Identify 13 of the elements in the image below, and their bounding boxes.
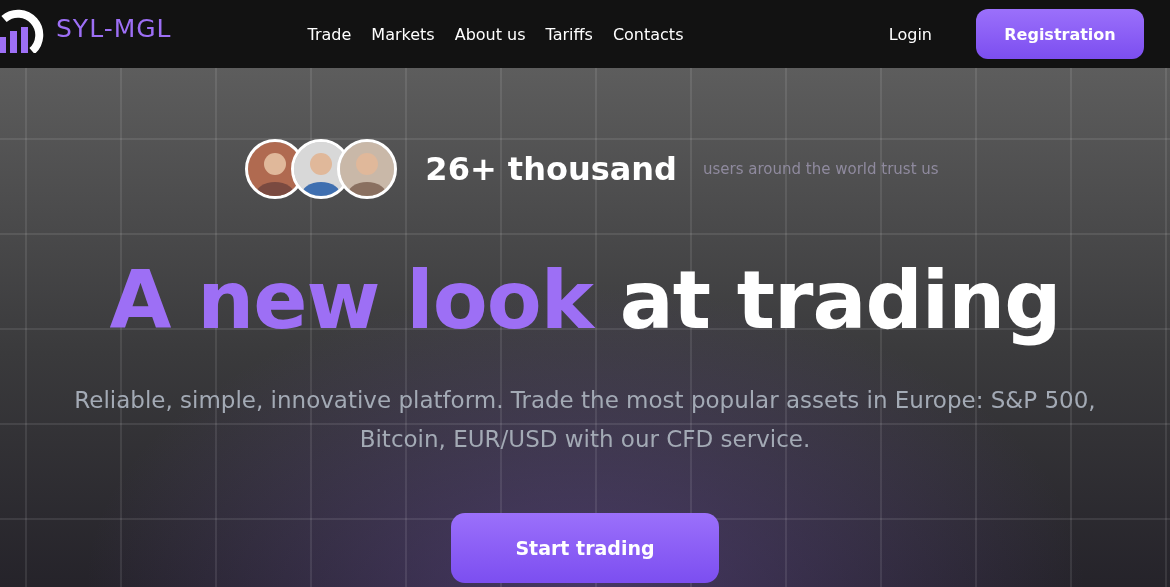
logo-text: SYL-MGL [56,13,172,43]
nav-link[interactable]: Trade [307,24,352,44]
nav-link[interactable]: Contacts [612,24,684,44]
users-caption: users around the world trust us [703,160,939,178]
nav-link[interactable]: Tariffs [545,24,593,44]
nav-link[interactable]: Markets [371,24,435,44]
headline: A new look at trading [109,253,1061,349]
login-link[interactable]: Login [888,24,932,44]
registration-button[interactable]: Registration [976,9,1144,59]
nav-link[interactable]: About us [454,24,526,44]
subtitle: Reliable, simple, innovative platform. Trade the most popular assets in Europe: S&P 500, Bitcoin, EUR/USD with our CFD service. [73,386,1097,454]
start-trading-button[interactable]: Start trading [451,513,719,583]
users-count: 26+ thousand [425,150,677,188]
